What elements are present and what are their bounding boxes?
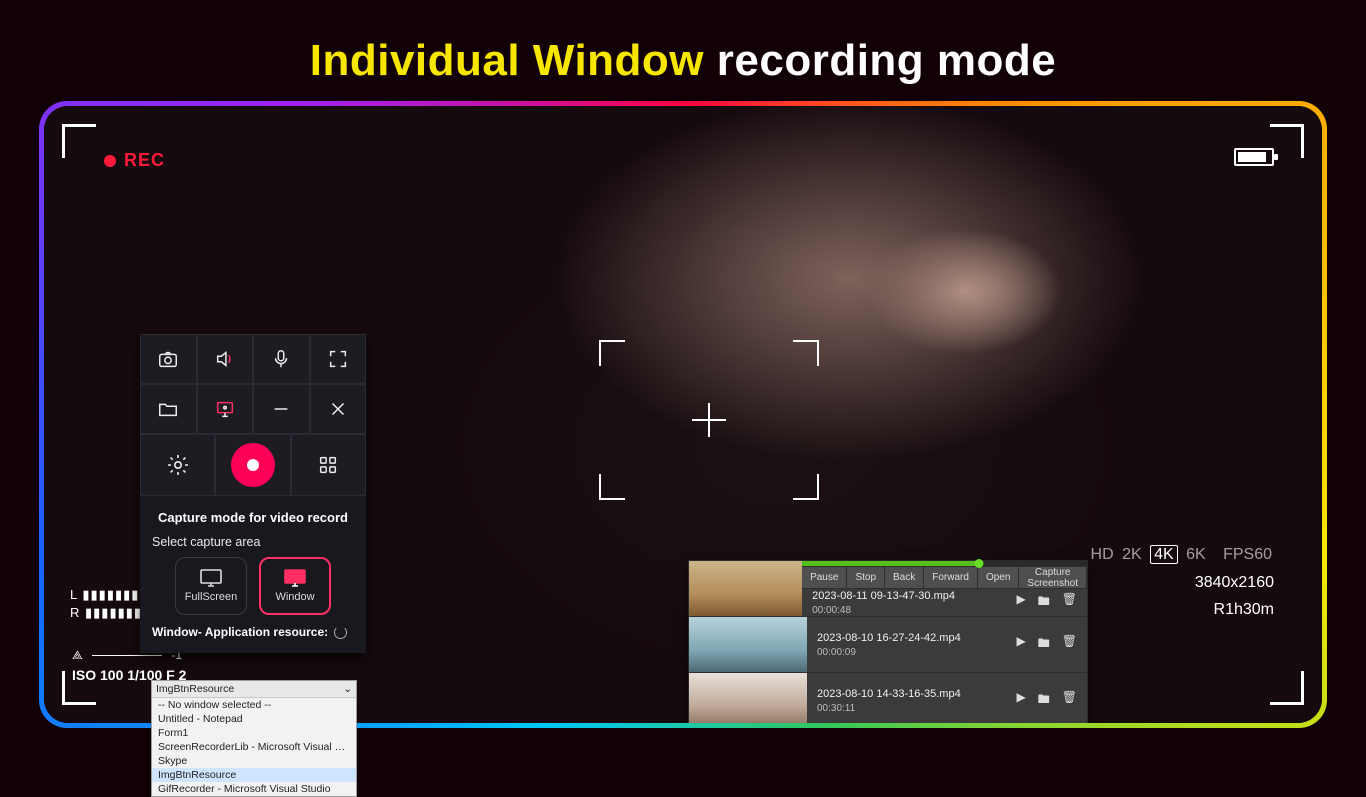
seek-bar[interactable] <box>802 561 1087 567</box>
dropdown-item[interactable]: GifRecorder - Microsoft Visual Studio <box>152 782 356 796</box>
folder-icon[interactable]: 🖿 <box>1038 592 1050 613</box>
window-select-dropdown[interactable]: ImgBtnResource ⌄ -- No window selected -… <box>151 680 357 797</box>
toolbox-panel: Capture mode for video record Select cap… <box>140 334 366 653</box>
dropdown-selected[interactable]: ImgBtnResource ⌄ <box>152 681 356 698</box>
player-panel: Pause Stop Back Forward Open Capture Scr… <box>688 560 1088 723</box>
record-button[interactable] <box>215 434 290 496</box>
play-icon[interactable]: ▶ <box>1017 690 1026 711</box>
fullscreen-icon[interactable] <box>310 334 367 384</box>
close-icon[interactable] <box>310 384 367 434</box>
dropdown-item[interactable]: Form1 <box>152 726 356 740</box>
dropdown-selected-label: ImgBtnResource <box>156 683 234 695</box>
thumbnail[interactable] <box>689 561 802 617</box>
capture-option-label: FullScreen <box>185 591 238 603</box>
folder-icon[interactable]: 🖿 <box>1038 634 1050 655</box>
recording-filename: 2023-08-10 14-33-16-35.mp4 <box>817 688 961 700</box>
battery-icon <box>1234 148 1274 166</box>
mic-icon[interactable] <box>253 334 310 384</box>
dropdown-item[interactable]: Untitled - Notepad <box>152 712 356 726</box>
recording-entry[interactable]: 2023-08-10 16-27-24-42.mp4 00:00:09 ▶ 🖿 … <box>807 617 1087 673</box>
folder-icon[interactable] <box>140 384 197 434</box>
capture-option-fullscreen[interactable]: FullScreen <box>175 557 247 615</box>
recording-duration: 00:30:11 <box>817 703 961 714</box>
title-accent: Individual Window <box>310 36 704 85</box>
back-button[interactable]: Back <box>885 567 924 588</box>
dropdown-item[interactable]: Skype <box>152 754 356 768</box>
recording-duration: 00:00:09 <box>817 647 961 658</box>
rec-indicator: REC <box>104 150 165 171</box>
viewfinder-corner <box>62 124 96 158</box>
quality-options: HD 2K 4K 6K FPS60 <box>1089 541 1274 568</box>
thumbnail[interactable] <box>689 617 807 673</box>
capture-option-label: Window <box>275 591 314 603</box>
scale-icon: ⟁ <box>72 648 83 662</box>
capture-config: Capture mode for video record Select cap… <box>140 496 366 653</box>
player-controls: Pause Stop Back Forward Open Capture Scr… <box>802 567 1087 589</box>
monitor-icon[interactable] <box>197 384 254 434</box>
dropdown-list: -- No window selected -- Untitled - Note… <box>152 698 356 796</box>
dropdown-item[interactable]: ScreenRecorderLib - Microsoft Visual Stu… <box>152 740 356 754</box>
remaining-readout: R1h30m <box>1089 596 1274 623</box>
viewfinder: REC HD 2K 4K 6K FPS60 3840x2160 R1h30m L… <box>44 106 1322 723</box>
window-resource-label: Window- Application resource: <box>152 625 328 639</box>
thumbnail[interactable] <box>689 673 807 723</box>
config-subtitle: Select capture area <box>152 535 354 549</box>
stage-border: REC HD 2K 4K 6K FPS60 3840x2160 R1h30m L… <box>39 101 1327 728</box>
recording-entry[interactable]: 2023-08-10 14-33-16-35.mp4 00:30:11 ▶ 🖿 … <box>807 673 1087 723</box>
stop-button[interactable]: Stop <box>847 567 885 588</box>
quality-6k: 6K <box>1186 546 1206 563</box>
delete-icon[interactable]: 🗑 <box>1062 690 1077 711</box>
dropdown-item[interactable]: -- No window selected -- <box>152 698 356 712</box>
loading-spinner-icon <box>334 626 347 639</box>
pause-button[interactable]: Pause <box>802 567 847 588</box>
forward-button[interactable]: Forward <box>924 567 978 588</box>
fps-readout: FPS60 <box>1223 546 1272 563</box>
window-resource-row: Window- Application resource: <box>152 625 354 639</box>
apps-icon[interactable] <box>291 434 366 496</box>
quality-2k: 2K <box>1122 546 1142 563</box>
recording-duration: 00:00:48 <box>812 605 955 616</box>
recording-filename: 2023-08-10 16-27-24-42.mp4 <box>817 632 961 644</box>
speaker-icon[interactable] <box>197 334 254 384</box>
scale-bar <box>92 655 162 656</box>
page-title: Individual Window recording mode <box>0 36 1366 86</box>
play-icon[interactable]: ▶ <box>1017 592 1026 613</box>
quality-4k: 4K <box>1150 545 1178 564</box>
resolution-readout: 3840x2160 <box>1089 569 1274 596</box>
capture-option-window[interactable]: Window <box>259 557 331 615</box>
focus-frame <box>599 340 819 500</box>
readout-right: HD 2K 4K 6K FPS60 3840x2160 R1h30m <box>1089 541 1274 623</box>
capture-screenshot-button[interactable]: Capture Screenshot <box>1019 567 1087 588</box>
quality-hd: HD <box>1091 546 1114 563</box>
folder-icon[interactable]: 🖿 <box>1038 690 1050 711</box>
camera-icon[interactable] <box>140 334 197 384</box>
play-icon[interactable]: ▶ <box>1017 634 1026 655</box>
config-title: Capture mode for video record <box>152 510 354 525</box>
delete-icon[interactable]: 🗑 <box>1062 634 1077 655</box>
recording-entry[interactable]: 2023-08-11 09-13-47-30.mp4 00:00:48 ▶ 🖿 … <box>802 589 1087 617</box>
settings-icon[interactable] <box>140 434 215 496</box>
record-icon[interactable] <box>231 443 275 487</box>
open-button[interactable]: Open <box>978 567 1019 588</box>
chevron-down-icon: ⌄ <box>343 683 352 695</box>
recording-filename: 2023-08-11 09-13-47-30.mp4 <box>812 590 955 602</box>
viewfinder-corner <box>1270 671 1304 705</box>
title-rest-text: recording mode <box>717 36 1057 85</box>
minimize-icon[interactable] <box>253 384 310 434</box>
dropdown-item[interactable]: ImgBtnResource <box>152 768 356 782</box>
viewfinder-corner <box>1270 124 1304 158</box>
delete-icon[interactable]: 🗑 <box>1062 592 1077 613</box>
